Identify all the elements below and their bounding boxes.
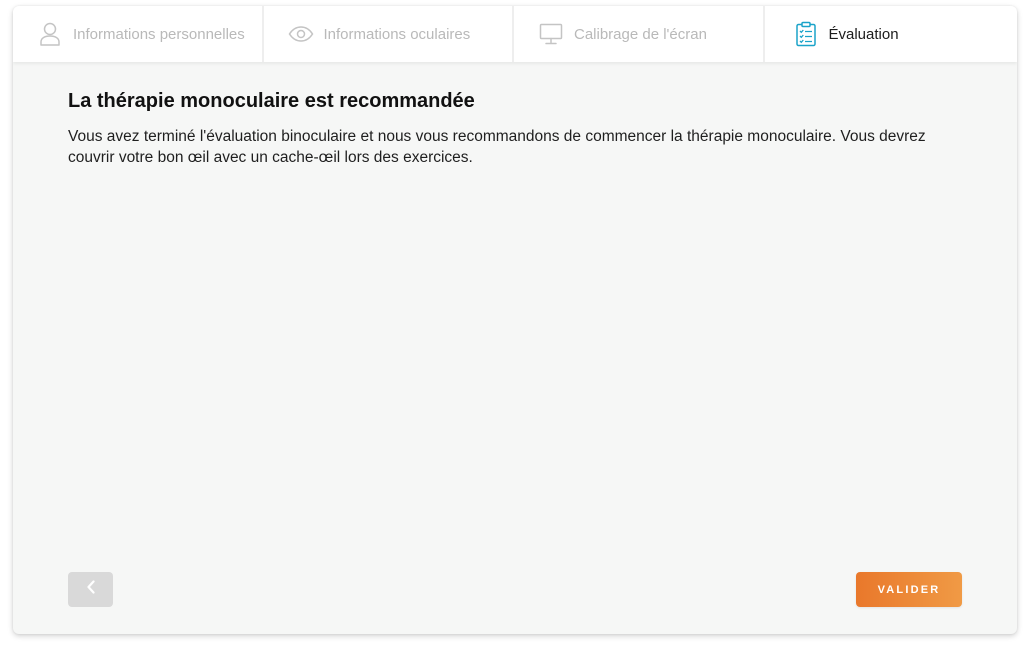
assessment-card: Informations personnelles Informations o…: [13, 6, 1017, 634]
step-personal-info[interactable]: Informations personnelles: [13, 6, 264, 62]
step-label: Évaluation: [828, 25, 899, 43]
step-evaluation[interactable]: Évaluation: [765, 6, 1018, 62]
step-label: Informations oculaires: [323, 25, 471, 43]
validate-button[interactable]: VALIDER: [856, 572, 962, 607]
page-title: La thérapie monoculaire est recommandée: [68, 90, 475, 112]
eye-icon: [288, 21, 314, 47]
recommendation-text: Vous avez terminé l'évaluation binoculai…: [68, 128, 926, 166]
chevron-left-icon: [86, 580, 96, 599]
step-screen-calibration[interactable]: Calibrage de l'écran: [514, 6, 765, 62]
clipboard-checklist-icon: [793, 21, 819, 47]
user-icon: [37, 21, 63, 47]
monitor-icon: [538, 21, 564, 47]
step-progress-bar: Informations personnelles Informations o…: [13, 6, 1017, 62]
step-label: Informations personnelles: [73, 25, 245, 43]
step-eye-info[interactable]: Informations oculaires: [264, 6, 514, 62]
back-button[interactable]: [68, 572, 113, 607]
step-label: Calibrage de l'écran: [574, 25, 707, 43]
main-content: La thérapie monoculaire est recommandée …: [68, 90, 968, 168]
